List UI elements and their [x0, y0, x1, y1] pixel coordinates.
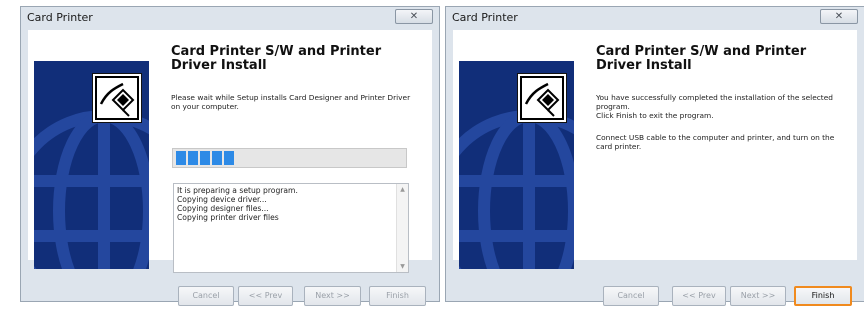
log-line: Copying device driver... [177, 195, 267, 204]
title-bar[interactable]: Card Printer ✕ [446, 7, 864, 29]
log-scrollbar[interactable]: ▲ ▼ [396, 184, 408, 272]
close-icon: ✕ [834, 11, 844, 22]
scroll-down-icon[interactable]: ▼ [397, 263, 408, 270]
title-bar[interactable]: Card Printer ✕ [21, 7, 439, 29]
log-line: Copying designer files... [177, 204, 269, 213]
next-button[interactable]: Next >> [730, 286, 786, 306]
progress-block [212, 151, 222, 165]
globe-banner [459, 61, 574, 269]
scroll-up-icon[interactable]: ▲ [397, 186, 408, 193]
window-title: Card Printer [27, 11, 93, 24]
finish-button[interactable]: Finish [369, 286, 426, 306]
close-button[interactable]: ✕ [820, 9, 858, 24]
install-log[interactable]: It is preparing a setup program. Copying… [173, 183, 409, 273]
prev-button[interactable]: << Prev [238, 286, 293, 306]
cancel-button[interactable]: Cancel [178, 286, 234, 306]
globe-banner [34, 61, 149, 269]
progress-bar [172, 148, 407, 168]
finish-button[interactable]: Finish [794, 286, 852, 306]
progress-block [188, 151, 198, 165]
wizard-content: Card Printer S/W and Printer Driver Inst… [28, 30, 432, 273]
page-title: Card Printer S/W and Printer Driver Inst… [596, 44, 807, 73]
cancel-button[interactable]: Cancel [603, 286, 659, 306]
close-button[interactable]: ✕ [395, 9, 433, 24]
wizard-content: Card Printer S/W and Printer Driver Inst… [453, 30, 857, 269]
usb-instruction: Connect USB cable to the computer and pr… [596, 133, 835, 151]
status-message: Please wait while Setup installs Card De… [171, 93, 411, 111]
progress-block [200, 151, 210, 165]
prev-button[interactable]: << Prev [672, 286, 726, 306]
install-cable-icon [517, 73, 567, 123]
log-line: Copying printer driver files [177, 213, 279, 222]
window-title: Card Printer [452, 11, 518, 24]
install-cable-icon [92, 73, 142, 123]
progress-block [224, 151, 234, 165]
completion-message: You have successfully completed the inst… [596, 93, 833, 120]
installer-window-complete: Card Printer ✕ Card Printer S/W and Prin… [445, 6, 864, 306]
progress-block [176, 151, 186, 165]
close-icon: ✕ [409, 11, 419, 22]
next-button[interactable]: Next >> [304, 286, 361, 306]
page-title: Card Printer S/W and Printer Driver Inst… [171, 44, 382, 73]
installer-window-progress: Card Printer ✕ Card Printer S/W and Prin… [20, 6, 440, 306]
log-line: It is preparing a setup program. [177, 186, 298, 195]
